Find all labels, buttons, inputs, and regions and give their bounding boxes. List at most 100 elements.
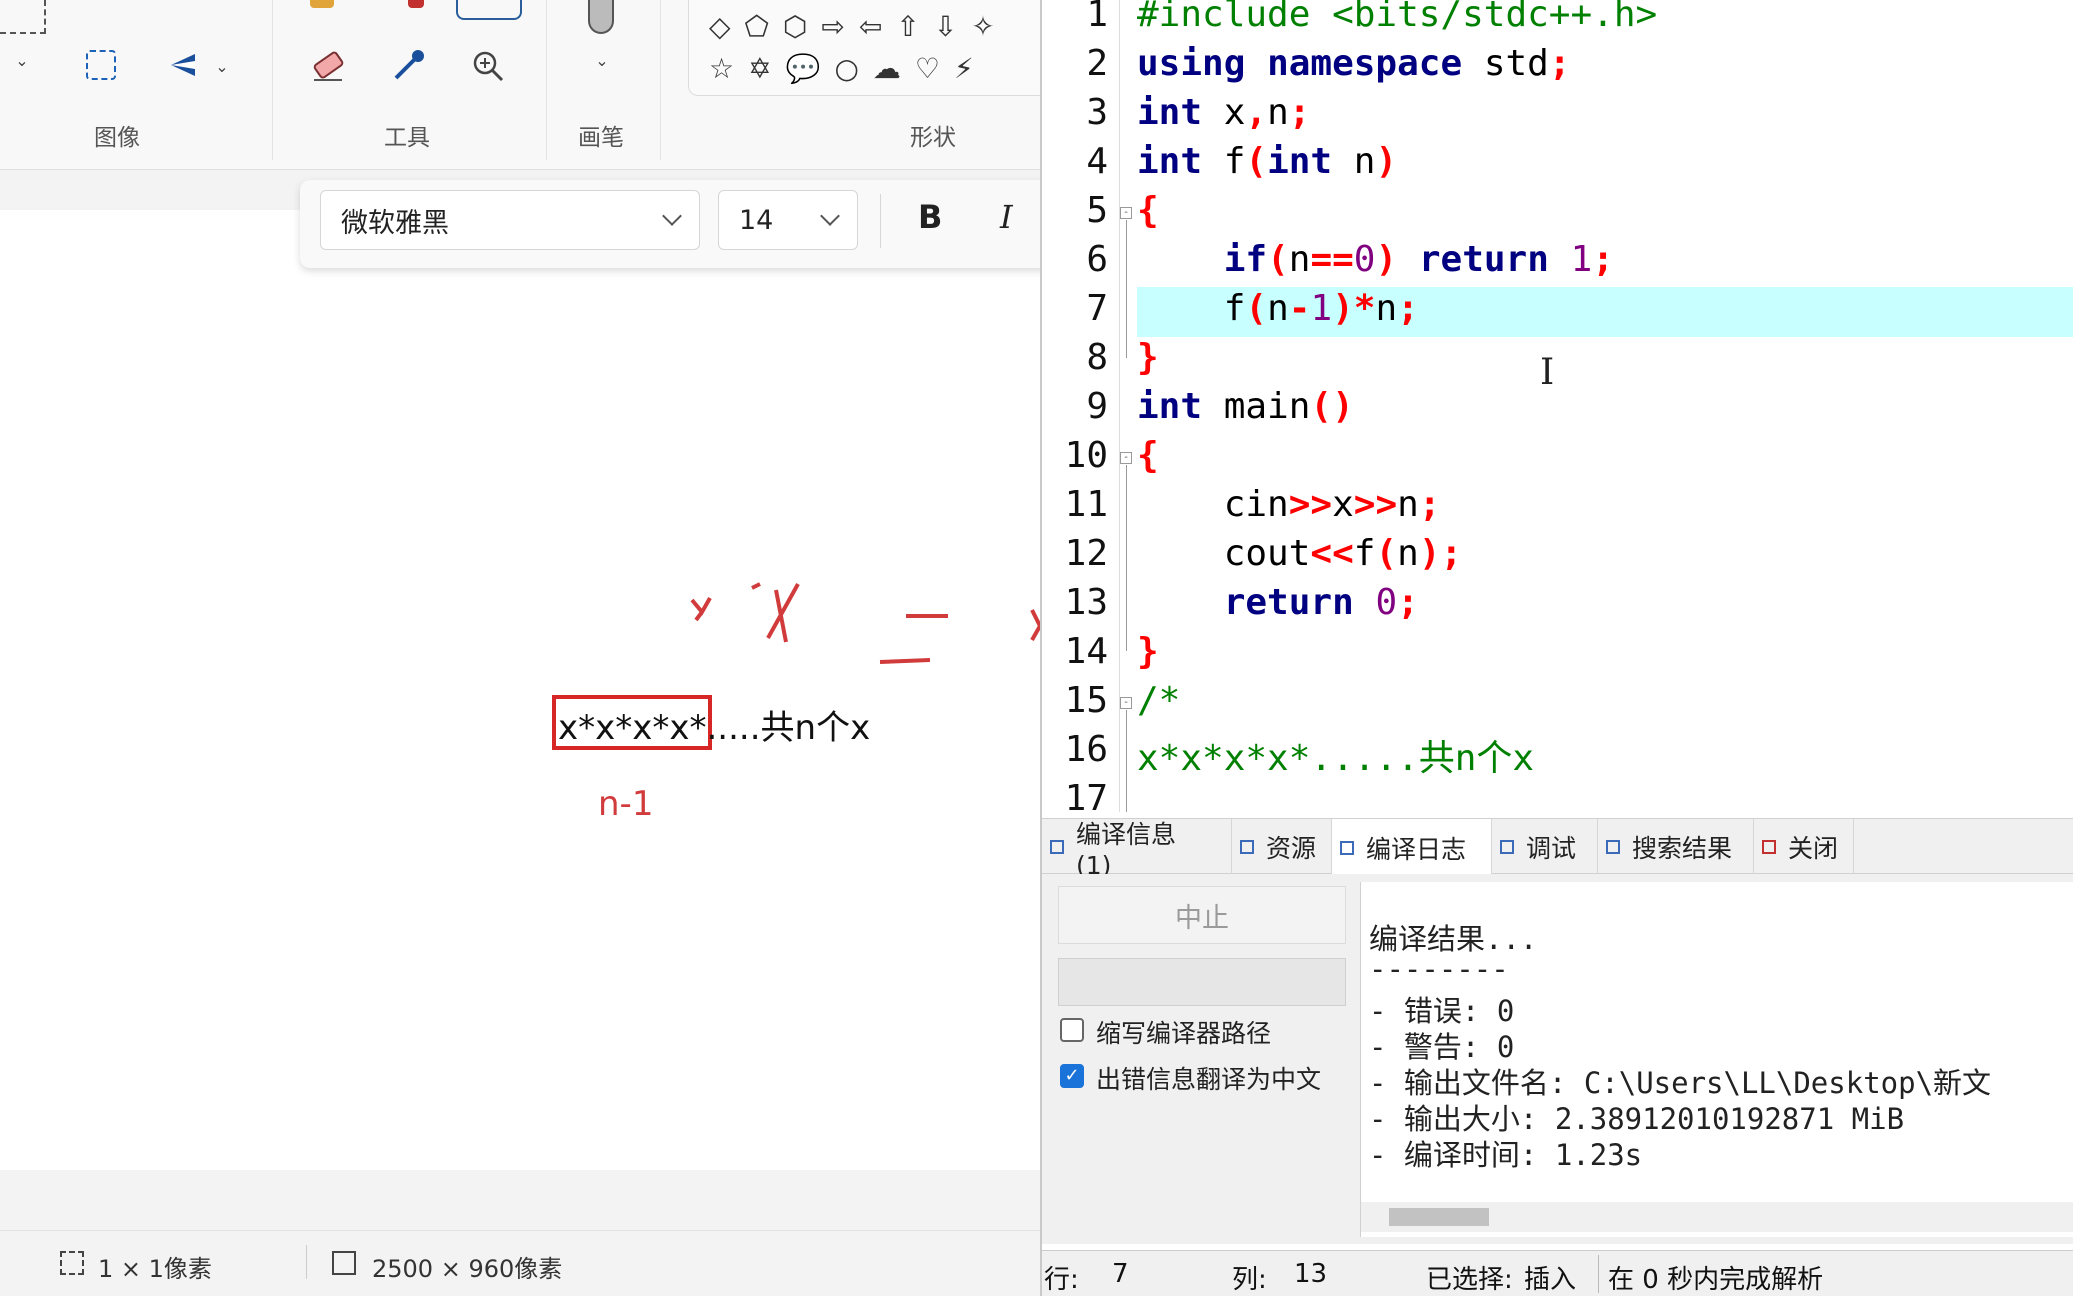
arrow-down-shape-icon[interactable]: ⇩ <box>934 10 957 43</box>
arrow-up-shape-icon[interactable]: ⇧ <box>896 10 919 43</box>
lightning-shape-icon[interactable]: ⚡ <box>954 52 974 85</box>
select-rect-icon[interactable] <box>0 0 46 34</box>
flip-rotate-icon[interactable] <box>168 50 198 80</box>
chevron-down-icon[interactable]: ⌄ <box>12 50 32 70</box>
paint-status-bar: 1 × 1像素 2500 × 960像素 <box>0 1230 1040 1296</box>
horizontal-scrollbar[interactable] <box>1361 1202 2073 1232</box>
star5-shape-icon[interactable]: ☆ <box>709 52 734 85</box>
pentagon-shape-icon[interactable]: ⬠ <box>745 10 769 43</box>
brush-icon[interactable] <box>588 0 614 34</box>
callout-cloud-shape-icon[interactable]: ☁ <box>873 52 901 85</box>
code-token: #include <bits/stdc++.h> <box>1137 0 1658 35</box>
text-cursor-icon: I <box>1540 352 1555 393</box>
code-line-11: cin>>x>>n; <box>1137 484 1441 525</box>
tab-label: 资源 <box>1266 834 1317 863</box>
shapes-row-1: ◇ ⬠ ⬡ ⇨ ⇦ ⇧ ⇩ ✧ <box>709 10 995 43</box>
chevron-down-icon[interactable]: ⌄ <box>592 50 612 70</box>
picker-shape <box>394 50 424 80</box>
status-divider <box>306 1245 307 1279</box>
tab-search-results[interactable]: 搜索结果 <box>1598 819 1754 875</box>
status-selected-label: 已选择: <box>1426 1265 1513 1295</box>
log-line: -------- <box>1369 952 1509 986</box>
tab-compile-info[interactable]: 编译信息 (1) <box>1042 819 1232 880</box>
ide-status-bar: 行: 7 列: 13 已选择: 插入 在 0 秒内完成解析 <box>1042 1250 2073 1296</box>
canvas-text-formula: x*x*x*x*.....共n个x <box>558 708 871 748</box>
tab-compile-log[interactable]: 编译日志 <box>1332 819 1492 876</box>
group-label-shapes: 形状 <box>910 125 956 151</box>
line-number: 5 <box>1086 190 1108 231</box>
search-result-icon <box>1606 840 1620 854</box>
short-path-checkbox[interactable] <box>1060 1018 1084 1042</box>
ribbon-separator <box>660 0 661 160</box>
star4-shape-icon[interactable]: ✧ <box>971 10 994 43</box>
selection-size: 1 × 1像素 <box>98 1255 212 1283</box>
tab-resources[interactable]: 资源 <box>1232 819 1332 875</box>
line-number: 10 <box>1064 435 1108 476</box>
status-parse-message: 在 0 秒内完成解析 <box>1608 1265 1824 1295</box>
code-line-10: { <box>1137 435 1159 476</box>
arrow-left-shape-icon[interactable]: ⇦ <box>859 10 882 43</box>
arrow-right-shape-icon[interactable]: ⇨ <box>821 10 844 43</box>
status-row-value: 7 <box>1112 1259 1129 1289</box>
status-col-label: 列: <box>1232 1265 1267 1295</box>
chevron-down-icon <box>820 206 840 226</box>
hexagon-shape-icon[interactable]: ⬡ <box>783 10 807 43</box>
tab-close[interactable]: 关闭 <box>1754 819 1854 875</box>
code-line-16: x*x*x*x*.....共n个x <box>1137 738 1535 779</box>
star6-shape-icon[interactable]: ✡ <box>748 52 771 85</box>
selection-size-icon <box>60 1251 84 1275</box>
shapes-row-2: ☆ ✡ 💬 ○ ☁ ♡ ⚡ <box>709 52 974 85</box>
fold-toggle-icon[interactable]: - <box>1120 207 1132 219</box>
drawing-canvas[interactable]: x*x*x*x*.....共n个x n-1 <box>0 210 1040 1170</box>
line-number: 15 <box>1064 680 1108 721</box>
line-number: 3 <box>1086 92 1108 133</box>
ink-x-small <box>690 597 712 622</box>
code-editor[interactable]: 1 2 3 4 5 6 7 8 9 10 11 12 13 14 15 16 1… <box>1042 0 2073 812</box>
scrollbar-thumb[interactable] <box>1389 1208 1489 1226</box>
callout-rect-shape-icon[interactable]: 💬 <box>786 52 821 85</box>
ribbon: ⌄ ⌄ 图像 工具 ⌄ 画笔 ◇ ⬠ ⬡ ⇨ ⇦ ⇧ ⇩ ✧ ☆ ✡ 💬 ○ ☁… <box>0 0 1040 170</box>
fold-line <box>1126 220 1127 358</box>
code-line-14: } <box>1137 631 1159 672</box>
eraser-icon[interactable] <box>310 48 346 84</box>
stop-button[interactable]: 中止 <box>1058 886 1346 944</box>
status-col-value: 13 <box>1294 1259 1328 1289</box>
fold-toggle-icon[interactable]: - <box>1120 697 1132 709</box>
color-picker-icon[interactable] <box>390 48 426 84</box>
italic-button[interactable]: I <box>1000 198 1013 236</box>
compile-log-output[interactable]: 编译结果... -------- - 错误: 0 - 警告: 0 - 输出文件名… <box>1360 882 2073 1237</box>
line-number: 1 <box>1086 0 1108 35</box>
fold-toggle-icon[interactable]: - <box>1120 452 1132 464</box>
ink-equals <box>879 614 948 664</box>
callout-oval-shape-icon[interactable]: ○ <box>834 52 858 85</box>
tab-debug[interactable]: 调试 <box>1492 819 1598 875</box>
line-number: 11 <box>1064 484 1108 525</box>
chevron-down-icon <box>662 206 682 226</box>
translate-errors-label: 出错信息翻译为中文 <box>1096 1065 1322 1094</box>
fill-icon[interactable] <box>408 0 424 8</box>
code-line-3: int x,n; <box>1137 92 1311 133</box>
font-family-value: 微软雅黑 <box>341 207 449 239</box>
status-insert-mode: 插入 <box>1524 1265 1577 1295</box>
pencil-icon[interactable] <box>310 0 334 8</box>
line-number: 2 <box>1086 43 1108 84</box>
ribbon-separator <box>272 0 273 160</box>
canvas-size-icon <box>332 1251 356 1275</box>
code-line-5: { <box>1137 190 1159 231</box>
font-family-select[interactable]: 微软雅黑 <box>320 190 700 250</box>
text-tool-icon[interactable] <box>456 0 522 20</box>
line-number: 9 <box>1086 386 1108 427</box>
font-size-select[interactable]: 14 <box>718 190 858 250</box>
line-number: 8 <box>1086 337 1108 378</box>
code-line-7: f(n-1)*n; <box>1137 288 1419 329</box>
heart-shape-icon[interactable]: ♡ <box>915 52 940 85</box>
diamond-shape-icon[interactable]: ◇ <box>709 10 731 43</box>
bold-button[interactable]: B <box>918 198 942 236</box>
line-number: 14 <box>1064 631 1108 672</box>
crop-image-icon[interactable] <box>86 50 116 80</box>
translate-errors-checkbox[interactable]: ✓ <box>1060 1064 1084 1088</box>
chevron-down-icon[interactable]: ⌄ <box>212 56 232 76</box>
magnifier-icon[interactable] <box>470 48 506 84</box>
fold-line <box>1126 710 1127 812</box>
fold-line <box>1126 465 1127 651</box>
